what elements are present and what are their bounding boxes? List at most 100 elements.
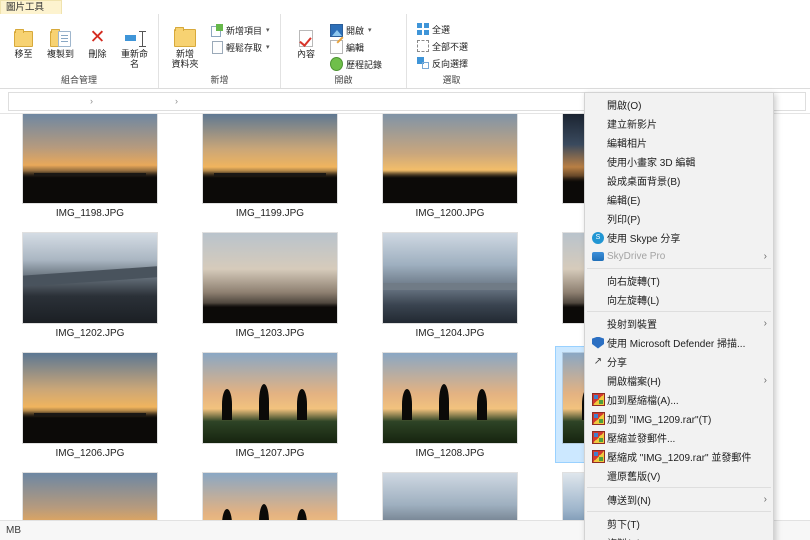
context-menu-item[interactable]: 壓縮並發郵件...	[585, 428, 773, 447]
share-icon: ↗	[593, 356, 603, 367]
breadcrumb-sep-1[interactable]: ›	[89, 96, 94, 106]
menu-item-icon	[589, 293, 607, 307]
select-all-button[interactable]: 全選	[413, 21, 471, 37]
thumbnail[interactable]	[22, 232, 158, 324]
context-menu-item[interactable]: ↗ 分享	[585, 352, 773, 371]
ribbon-group-organize: ← 移至 複製到 ✕ 刪除 重新命名	[0, 14, 158, 88]
file-item-box[interactable]: IMG_1200.JPG	[375, 114, 525, 223]
context-menu-item[interactable]: 編輯相片	[585, 133, 773, 152]
new-folder-icon	[174, 21, 196, 47]
open-button[interactable]: 開啟 ▾	[327, 22, 385, 38]
rar-icon	[591, 450, 605, 463]
menu-item-icon	[589, 493, 607, 507]
thumbnail[interactable]	[22, 352, 158, 444]
menu-separator	[587, 487, 771, 488]
file-item-box[interactable]: IMG_1204.JPG	[375, 226, 525, 343]
chevron-down-icon[interactable]: ▾	[266, 26, 270, 34]
menu-item-label: 向左旋轉(L)	[607, 296, 660, 307]
context-menu-item[interactable]: 編輯(E)	[585, 190, 773, 209]
context-menu-item[interactable]: 開啟(O)	[585, 95, 773, 114]
file-item-box[interactable]: IMG_1202.JPG	[15, 226, 165, 343]
thumbnail[interactable]	[202, 114, 338, 204]
thumbnail[interactable]	[202, 232, 338, 324]
context-menu-item[interactable]: 剪下(T)	[585, 514, 773, 533]
context-menu-item[interactable]: 複製(C)	[585, 533, 773, 540]
easy-access-button[interactable]: 輕鬆存取 ▾	[207, 39, 273, 55]
history-button[interactable]: 歷程記錄	[327, 56, 385, 72]
thumbnail[interactable]	[382, 232, 518, 324]
edit-label: 編輯	[346, 42, 365, 53]
context-menu-item[interactable]: 列印(P)	[585, 209, 773, 228]
menu-item-icon	[589, 193, 607, 207]
select-none-button[interactable]: 全部不選	[413, 38, 471, 54]
file-item-box[interactable]: IMG_1207.JPG	[195, 346, 345, 463]
move-to-label: 移至	[14, 49, 33, 59]
file-item[interactable]: IMG_1208.JPG	[360, 346, 540, 466]
context-menu-item[interactable]: 建立新影片	[585, 114, 773, 133]
chevron-right-icon[interactable]: ›	[764, 375, 767, 386]
context-menu-item[interactable]: 加到 "IMG_1209.rar"(T)	[585, 409, 773, 428]
breadcrumb-sep-2[interactable]: ›	[174, 96, 179, 106]
menu-item-label: 向右旋轉(T)	[607, 277, 660, 288]
chevron-down-icon[interactable]: ▾	[266, 43, 270, 51]
file-item[interactable]: IMG_1207.JPG	[180, 346, 360, 466]
context-menu[interactable]: 開啟(O) 建立新影片 編輯相片 使用小畫家 3D 編輯 設成桌面背景(B) 編輯(E) 列…	[584, 92, 774, 540]
copy-to-button[interactable]: 複製到	[43, 17, 78, 59]
file-name: IMG_1208.JPG	[415, 448, 485, 459]
rename-button[interactable]: 重新命名	[117, 17, 152, 69]
chevron-right-icon[interactable]: ›	[764, 494, 767, 505]
menu-item-icon	[589, 536, 607, 540]
thumbnail[interactable]	[202, 352, 338, 444]
menu-item-icon	[589, 431, 607, 445]
thumbnail[interactable]	[22, 114, 158, 204]
new-item-button[interactable]: 新增項目 ▾	[207, 22, 273, 38]
context-menu-item[interactable]: 傳送到(N) ›	[585, 490, 773, 509]
context-menu-item[interactable]: 開啟檔案(H) ›	[585, 371, 773, 390]
properties-button[interactable]: 內容	[287, 17, 325, 59]
edit-button[interactable]: 編輯	[327, 39, 385, 55]
menu-item-icon: ↗	[589, 355, 607, 369]
file-item-box[interactable]: IMG_1199.JPG	[195, 114, 345, 223]
menu-item-label: 使用 Skype 分享	[607, 234, 681, 245]
context-menu-item[interactable]: 投射到裝置 ›	[585, 314, 773, 333]
context-menu-item[interactable]: 使用 Microsoft Defender 掃描...	[585, 333, 773, 352]
breadcrumb[interactable]: › ›	[8, 91, 598, 111]
rar-icon	[591, 393, 605, 406]
context-menu-item[interactable]: 加到壓縮檔(A)...	[585, 390, 773, 409]
context-menu-item[interactable]: 還原舊版(V)	[585, 466, 773, 485]
file-item[interactable]: IMG_1203.JPG	[180, 226, 360, 346]
tab-picture-tools[interactable]: 圖片工具	[0, 0, 62, 14]
context-menu-item[interactable]: 向右旋轉(T)	[585, 271, 773, 290]
invert-selection-button[interactable]: 反向選擇	[413, 55, 471, 71]
file-item[interactable]: IMG_1206.JPG	[0, 346, 180, 466]
file-item[interactable]: IMG_1199.JPG	[180, 114, 360, 226]
file-item-box[interactable]: IMG_1208.JPG	[375, 346, 525, 463]
context-menu-item[interactable]: 使用小畫家 3D 編輯	[585, 152, 773, 171]
file-item[interactable]: IMG_1204.JPG	[360, 226, 540, 346]
file-item[interactable]: IMG_1202.JPG	[0, 226, 180, 346]
menu-item-icon	[589, 450, 607, 464]
delete-button[interactable]: ✕ 刪除	[80, 17, 115, 59]
file-item-box[interactable]: IMG_1206.JPG	[15, 346, 165, 463]
select-none-icon	[416, 40, 429, 53]
context-menu-item[interactable]: 設成桌面背景(B)	[585, 171, 773, 190]
chevron-right-icon[interactable]: ›	[764, 318, 767, 329]
file-item-box[interactable]: IMG_1198.JPG	[15, 114, 165, 223]
status-text: MB	[6, 525, 21, 536]
move-to-button[interactable]: ← 移至	[6, 17, 41, 59]
new-folder-button[interactable]: 新增 資料夾	[165, 17, 205, 69]
context-menu-item[interactable]: 向左旋轉(L)	[585, 290, 773, 309]
file-item[interactable]: IMG_1198.JPG	[0, 114, 180, 226]
file-item[interactable]: IMG_1200.JPG	[360, 114, 540, 226]
thumbnail[interactable]	[382, 352, 518, 444]
file-item-box[interactable]: IMG_1203.JPG	[195, 226, 345, 343]
select-all-icon	[416, 23, 429, 36]
context-menu-item[interactable]: 壓縮成 "IMG_1209.rar" 並發郵件	[585, 447, 773, 466]
chevron-down-icon[interactable]: ▾	[368, 26, 372, 34]
chevron-right-icon[interactable]: ›	[764, 251, 767, 262]
thumbnail[interactable]	[382, 114, 518, 204]
menu-item-icon	[589, 374, 607, 388]
context-menu-item[interactable]: S 使用 Skype 分享	[585, 228, 773, 247]
menu-item-label: 開啟檔案(H)	[607, 377, 661, 388]
file-explorer-window: 圖片工具 ← 移至 複製到 ✕	[0, 0, 810, 540]
